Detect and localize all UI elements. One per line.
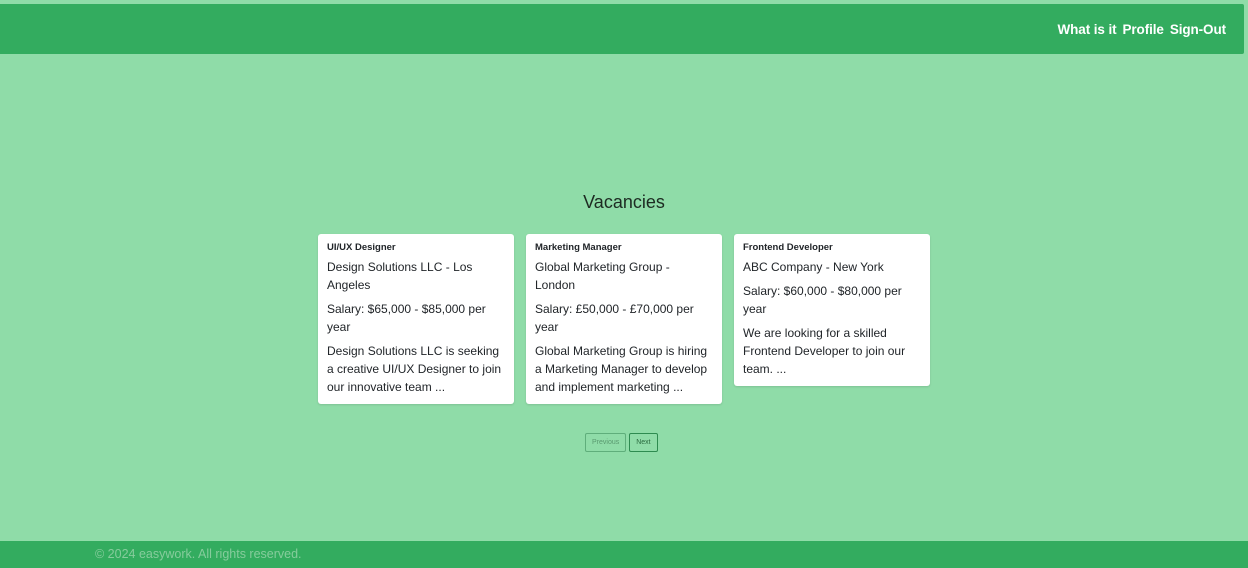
vacancy-description: Global Marketing Group is hiring a Marke…	[535, 344, 708, 394]
top-navbar: What is it Profile Sign-Out	[0, 4, 1244, 54]
vacancy-title: Frontend Developer	[743, 242, 833, 253]
nav-link-what-is-it[interactable]: What is it	[1058, 22, 1117, 37]
pagination: Previous Next	[585, 433, 661, 452]
vacancy-salary: Salary: $60,000 - $80,000 per year	[743, 284, 902, 316]
vacancy-company: Design Solutions LLC - Los Angeles	[327, 260, 473, 292]
vacancy-description: Design Solutions LLC is seeking a creati…	[327, 344, 502, 394]
vacancy-list: UI/UX Designer Design Solutions LLC - Lo…	[318, 234, 942, 404]
vacancy-card[interactable]: UI/UX Designer Design Solutions LLC - Lo…	[318, 234, 514, 404]
nav-link-sign-out[interactable]: Sign-Out	[1170, 22, 1226, 37]
main-content: Vacancies UI/UX Designer Design Solution…	[0, 54, 1248, 541]
vacancy-card[interactable]: Frontend Developer ABC Company - New Yor…	[734, 234, 930, 386]
vacancy-company: ABC Company - New York	[743, 260, 884, 274]
vacancy-title: Marketing Manager	[535, 242, 622, 253]
vacancy-card[interactable]: Marketing Manager Global Marketing Group…	[526, 234, 722, 404]
page: What is it Profile Sign-Out Vacancies UI…	[0, 0, 1248, 568]
footer: © 2024 easywork. All rights reserved.	[0, 541, 1248, 568]
vacancy-salary: Salary: £50,000 - £70,000 per year	[535, 302, 694, 334]
vacancy-title: UI/UX Designer	[327, 242, 396, 253]
vacancy-salary: Salary: $65,000 - $85,000 per year	[327, 302, 486, 334]
page-title: Vacancies	[583, 192, 665, 212]
vacancy-company: Global Marketing Group - London	[535, 260, 670, 292]
nav-link-profile[interactable]: Profile	[1123, 22, 1164, 37]
next-page-button[interactable]: Next	[629, 433, 658, 452]
vacancy-description: We are looking for a skilled Frontend De…	[743, 326, 906, 376]
footer-copyright: © 2024 easywork. All rights reserved.	[95, 547, 302, 561]
previous-page-button[interactable]: Previous	[585, 433, 627, 452]
